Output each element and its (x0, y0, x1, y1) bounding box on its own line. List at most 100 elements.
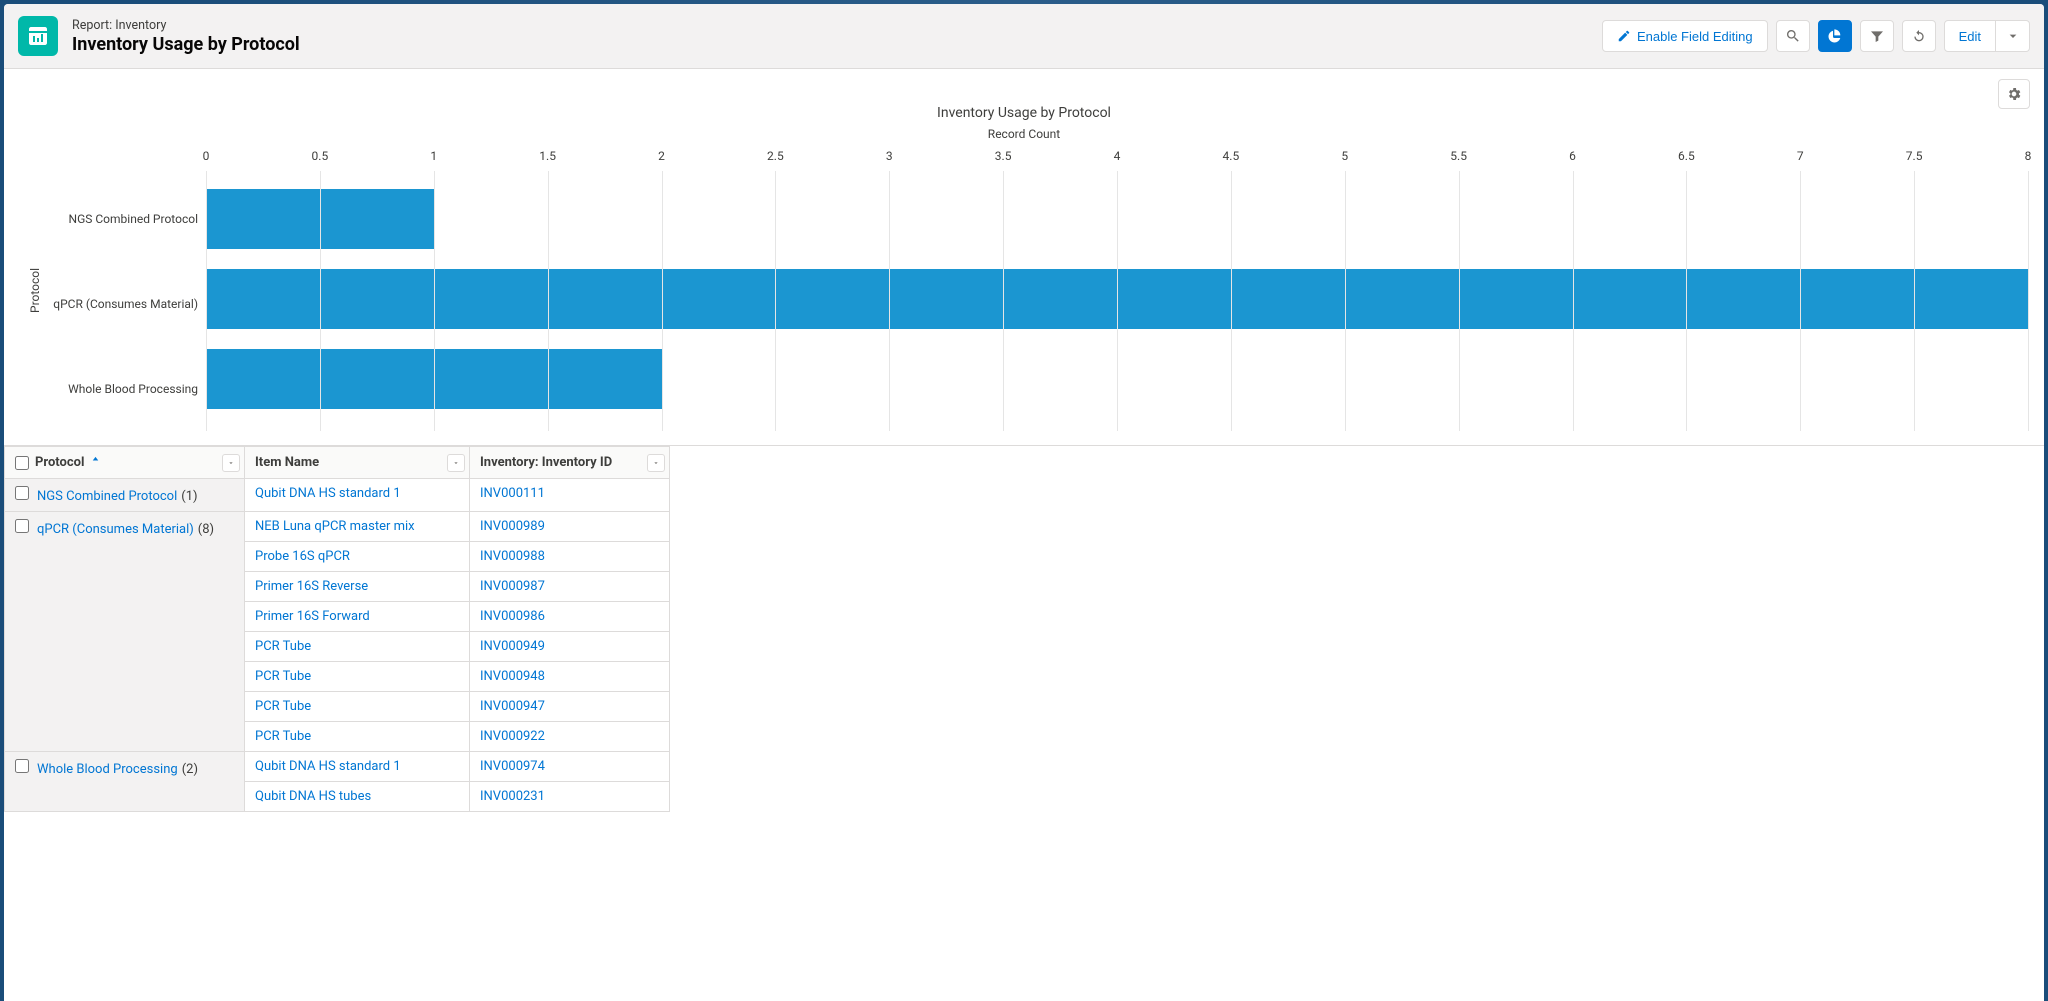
report-page: Report: Inventory Inventory Usage by Pro… (4, 4, 2044, 1001)
protocol-group-cell: qPCR (Consumes Material)(8) (5, 512, 245, 752)
inventory-id-cell: INV000231 (470, 782, 670, 812)
item-link[interactable]: Qubit DNA HS standard 1 (255, 486, 401, 501)
table-row: NGS Combined Protocol (1) Qubit DNA HS sta… (5, 479, 670, 512)
edit-button-group: Edit (1944, 20, 2030, 52)
col-menu-item[interactable] (447, 454, 465, 472)
inventory-id-cell: INV000974 (470, 752, 670, 782)
item-link[interactable]: Qubit DNA HS standard 1 (255, 759, 401, 774)
inventory-id-link[interactable]: INV000988 (480, 549, 545, 564)
inventory-id-link[interactable]: INV000974 (480, 759, 545, 774)
item-cell: PCR Tube (245, 722, 470, 752)
inventory-id-link[interactable]: INV000231 (480, 789, 545, 804)
x-axis-ticks: 00.511.522.533.544.555.566.577.58 (206, 149, 2028, 171)
item-link[interactable]: PCR Tube (255, 669, 311, 684)
inventory-id-link[interactable]: INV000922 (480, 729, 545, 744)
col-menu-inventory-id[interactable] (647, 454, 665, 472)
item-link[interactable]: PCR Tube (255, 639, 311, 654)
inventory-id-link[interactable]: INV000947 (480, 699, 545, 714)
row-group-checkbox[interactable] (15, 759, 29, 773)
filter-icon (1869, 28, 1885, 44)
inventory-id-cell: INV000922 (470, 722, 670, 752)
report-title: Inventory Usage by Protocol (72, 34, 300, 55)
x-tick: 4.5 (1223, 149, 1240, 163)
item-cell: PCR Tube (245, 692, 470, 722)
y-axis-label: Protocol (24, 149, 46, 431)
item-cell: NEB Luna qPCR master mix (245, 512, 470, 542)
x-tick: 2 (658, 149, 665, 163)
report-icon (18, 16, 58, 56)
inventory-id-link[interactable]: INV000987 (480, 579, 545, 594)
report-table-wrap: Protocol Item Name Inventory: Inventory … (4, 445, 2044, 812)
protocol-link[interactable]: NGS Combined Protocol (37, 489, 177, 504)
grid-line (548, 171, 549, 431)
select-all-checkbox[interactable] (15, 456, 29, 470)
header-actions: Enable Field Editing Edit (1602, 20, 2030, 52)
item-link[interactable]: PCR Tube (255, 729, 311, 744)
item-link[interactable]: NEB Luna qPCR master mix (255, 519, 415, 534)
x-tick: 5 (1341, 149, 1348, 163)
grid-line (434, 171, 435, 431)
item-cell: PCR Tube (245, 662, 470, 692)
inventory-id-cell: INV000989 (470, 512, 670, 542)
item-link[interactable]: Primer 16S Forward (255, 609, 370, 624)
col-header-inventory-id[interactable]: Inventory: Inventory ID (470, 447, 670, 479)
chart-panel: Inventory Usage by Protocol Record Count… (4, 69, 2044, 445)
grid-line (1573, 171, 1574, 431)
grid-line (1231, 171, 1232, 431)
inventory-id-link[interactable]: INV000948 (480, 669, 545, 684)
chart-settings-button[interactable] (1998, 79, 2030, 109)
x-tick: 3 (886, 149, 893, 163)
inventory-id-link[interactable]: INV000949 (480, 639, 545, 654)
inventory-id-link[interactable]: INV000111 (480, 486, 545, 501)
caret-down-icon (2005, 28, 2021, 44)
inventory-id-cell: INV000111 (470, 479, 670, 512)
search-icon (1785, 28, 1801, 44)
item-link[interactable]: Probe 16S qPCR (255, 549, 350, 564)
item-cell: PCR Tube (245, 632, 470, 662)
x-tick: 8 (2025, 149, 2032, 163)
y-category-label: qPCR (Consumes Material) (46, 297, 198, 311)
inventory-id-cell: INV000986 (470, 602, 670, 632)
col-menu-protocol[interactable] (222, 454, 240, 472)
table-row: Whole Blood Processing(2)Qubit DNA HS st… (5, 752, 670, 782)
enable-field-editing-button[interactable]: Enable Field Editing (1602, 20, 1768, 52)
x-tick: 3.5 (995, 149, 1012, 163)
grid-line (1117, 171, 1118, 431)
item-link[interactable]: Qubit DNA HS tubes (255, 789, 371, 804)
y-category-label: NGS Combined Protocol (46, 212, 198, 226)
x-tick: 0 (203, 149, 210, 163)
search-button[interactable] (1776, 20, 1810, 52)
inventory-id-cell: INV000987 (470, 572, 670, 602)
row-group-checkbox[interactable] (15, 486, 29, 500)
col-header-item[interactable]: Item Name (245, 447, 470, 479)
protocol-count: (1) (181, 489, 197, 504)
item-link[interactable]: PCR Tube (255, 699, 311, 714)
item-link[interactable]: Primer 16S Reverse (255, 579, 368, 594)
grid-line (775, 171, 776, 431)
row-group-checkbox[interactable] (15, 519, 29, 533)
refresh-button[interactable] (1902, 20, 1936, 52)
edit-button[interactable]: Edit (1944, 20, 1996, 52)
x-tick: 4 (1114, 149, 1121, 163)
x-tick: 6 (1569, 149, 1576, 163)
x-axis-label: Record Count (4, 127, 2044, 141)
grid-line (1686, 171, 1687, 431)
chart-toggle-button[interactable] (1818, 20, 1852, 52)
grid-line (1914, 171, 1915, 431)
inventory-id-cell: INV000947 (470, 692, 670, 722)
report-header: Report: Inventory Inventory Usage by Pro… (4, 4, 2044, 69)
pie-chart-icon (1827, 28, 1843, 44)
col-header-protocol[interactable]: Protocol (5, 447, 245, 479)
inventory-id-cell: INV000949 (470, 632, 670, 662)
filter-button[interactable] (1860, 20, 1894, 52)
grid-line (1800, 171, 1801, 431)
grid-line (2028, 171, 2029, 431)
report-table: Protocol Item Name Inventory: Inventory … (4, 446, 670, 812)
protocol-link[interactable]: qPCR (Consumes Material) (37, 522, 194, 537)
inventory-id-link[interactable]: INV000989 (480, 519, 545, 534)
inventory-id-link[interactable]: INV000986 (480, 609, 545, 624)
protocol-link[interactable]: Whole Blood Processing (37, 762, 178, 777)
edit-dropdown-button[interactable] (1996, 20, 2030, 52)
sort-asc-icon (90, 455, 101, 470)
plot-area: 00.511.522.533.544.555.566.577.58 (206, 149, 2028, 431)
